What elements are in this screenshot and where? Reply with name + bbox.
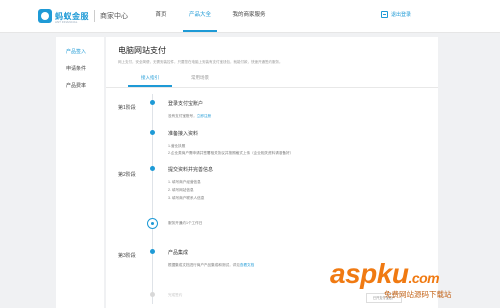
clock-icon xyxy=(147,218,158,229)
page-description: 网上支付，安全简便，无需安装控件，只要您在电脑上安装有支付宝钱包，就能付款，快速… xyxy=(118,60,283,64)
stage-2-label: 第2阶段 xyxy=(118,172,136,178)
nav-products[interactable]: 产品大全 xyxy=(183,0,217,32)
watermark-logo: aspku.com xyxy=(330,258,440,290)
step-integrate-text: 根据集成文档进行商户产品集成和测试，详见查看文档 xyxy=(168,263,254,268)
wait-time-text: 服务开通约1个工作日 xyxy=(168,221,203,225)
watermark-subtitle: 免费网站源码下载站 xyxy=(384,290,452,299)
integrate-desc: 根据集成文档进行商户产品集成和测试，详见 xyxy=(168,263,240,267)
logo[interactable]: 蚂蚁金服 ANT FINANCIAL 商家中心 xyxy=(38,7,128,25)
timeline-dot-pending xyxy=(150,292,155,297)
sidebar: 产品签入 申请条件 产品费率 xyxy=(56,37,104,308)
nav-my-services[interactable]: 我的商家服务 xyxy=(224,0,274,32)
sidebar-item-access[interactable]: 产品签入 xyxy=(56,46,104,58)
logo-subtitle: ANT FINANCIAL xyxy=(55,20,78,24)
step-integrate-title: 产品集成 xyxy=(168,250,189,256)
user-icon xyxy=(381,11,388,18)
signin-label: 退出登录 xyxy=(391,12,412,18)
signin-area[interactable]: 退出登录 xyxy=(381,11,411,18)
timeline-dot xyxy=(150,100,155,105)
top-header: 蚂蚁金服 ANT FINANCIAL 商家中心 首页 产品大全 我的商家服务 退… xyxy=(0,0,500,33)
step-submit-title: 提交资料并完善信息 xyxy=(168,167,214,173)
timeline-dot xyxy=(150,166,155,171)
nav-home[interactable]: 首页 xyxy=(146,0,176,32)
timeline-dot xyxy=(150,249,155,254)
sidebar-item-rates[interactable]: 产品费率 xyxy=(56,80,104,92)
sidebar-item-conditions[interactable]: 申请条件 xyxy=(56,63,104,75)
timeline-dot xyxy=(150,130,155,135)
step-prepare-title: 准备接入资料 xyxy=(168,131,199,137)
tab-access-guide[interactable]: 接入指引 xyxy=(128,70,172,87)
step-submit-line3: 3. 填写商户联系人信息 xyxy=(168,196,205,200)
tab-bar: 接入指引 常用场景 xyxy=(106,70,438,88)
step-login-title: 登录支付宝账户 xyxy=(168,101,204,107)
view-docs-link[interactable]: 查看文档 xyxy=(240,263,254,267)
watermark-tld: .com xyxy=(408,270,440,286)
stage-3-label: 第3阶段 xyxy=(118,253,136,259)
register-link[interactable]: 立即注册 xyxy=(197,114,211,118)
step-prepare-line2: 2.企业类商户需申请并签署相关协议并按照格式上传（企业相关资料请准备好） xyxy=(168,151,294,155)
step-submit-line2: 2. 填写网站信息 xyxy=(168,188,194,192)
page-title: 电脑网站支付 xyxy=(118,46,166,55)
tab-common-scenarios[interactable]: 常用场景 xyxy=(178,70,222,87)
merchant-center-label: 商家中心 xyxy=(100,13,128,20)
logo-divider xyxy=(94,10,95,22)
step-prepare-line1: 1.营业执照 xyxy=(168,144,186,148)
step-complete-text: 完成签约 xyxy=(168,293,183,297)
stage-1-label: 第1阶段 xyxy=(118,105,136,111)
watermark-main: aspku xyxy=(330,258,409,289)
step-submit-line1: 1. 填写商户经营信息 xyxy=(168,180,201,184)
timeline-line xyxy=(152,94,153,304)
step-login-text: 没有支付宝账号，立即注册 xyxy=(168,114,211,119)
no-account-text: 没有支付宝账号， xyxy=(168,114,197,118)
ant-logo-icon xyxy=(38,9,52,23)
